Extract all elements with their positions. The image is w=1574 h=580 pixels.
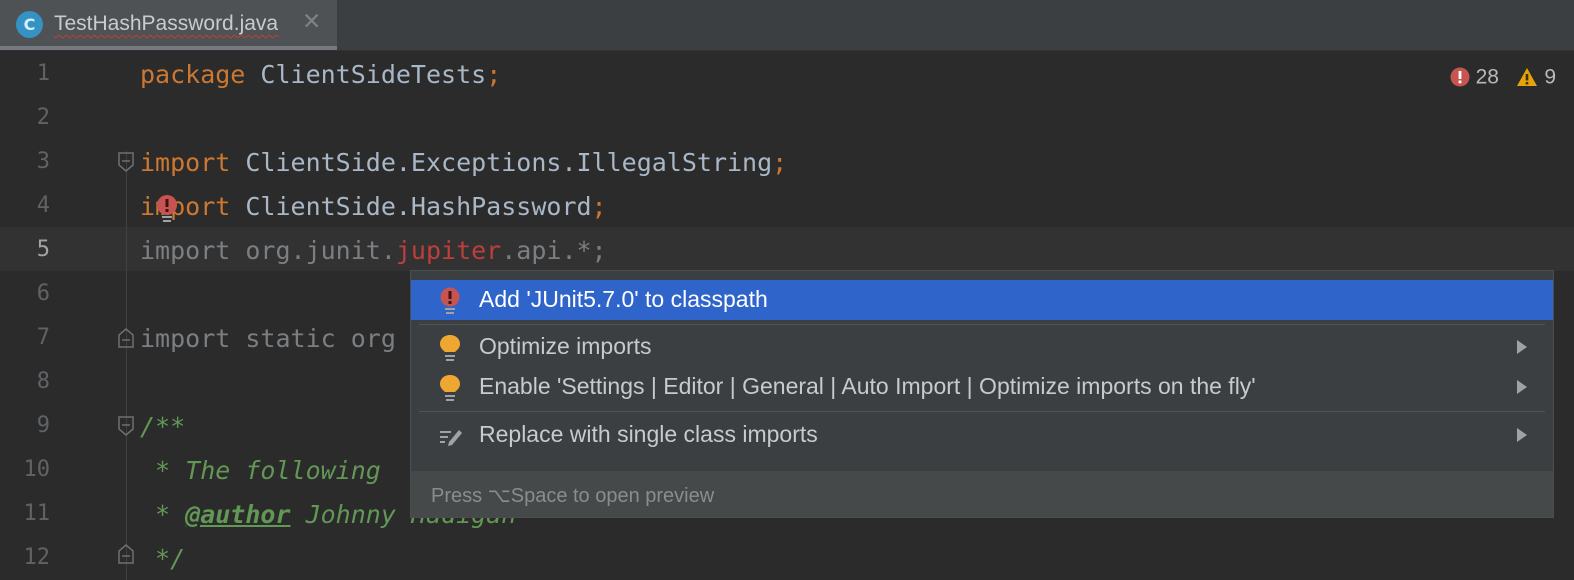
warning-icon — [1517, 68, 1538, 87]
code-line-9: /** — [140, 412, 186, 441]
separator — [419, 411, 1545, 412]
menu-item-label: Replace with single class imports — [479, 421, 818, 447]
keyword: package — [140, 60, 246, 89]
code-line-3: import ClientSide.Exceptions.IllegalStri… — [140, 148, 787, 177]
menu-item-replace-single-class-imports[interactable]: Replace with single class imports — [411, 415, 1553, 455]
edit-icon — [440, 430, 462, 446]
identifier: ClientSide.Exceptions.IllegalString — [230, 148, 773, 177]
fold-marker-icon[interactable] — [118, 544, 134, 564]
warning-count: 9 — [1544, 65, 1556, 89]
preview-hint: Press ⌥Space to open preview — [431, 485, 715, 507]
tab-title: TestHashPassword.java — [54, 12, 279, 35]
code-line-1: package ClientSideTests; — [140, 60, 501, 89]
menu-item-label: Optimize imports — [479, 333, 652, 359]
fold-marker-icon[interactable] — [118, 328, 134, 348]
submenu-arrow-icon[interactable] — [1517, 380, 1527, 394]
fold-marker-icon[interactable] — [118, 416, 134, 436]
menu-item-label: Enable 'Settings | Editor | General | Au… — [479, 373, 1256, 399]
bulb-icon — [440, 375, 460, 401]
javadoc-tag: @author — [185, 500, 291, 529]
bulb-icon — [440, 335, 460, 361]
keyword: import — [140, 148, 231, 177]
line-number: 7 — [36, 325, 50, 350]
line-number: 9 — [36, 413, 50, 438]
identifier: ClientSideTests — [245, 60, 487, 89]
semicolon: ; — [772, 148, 788, 177]
line-number: 1 — [36, 61, 50, 86]
line-number: 6 — [36, 281, 50, 306]
semicolon: ; — [486, 60, 502, 89]
inspection-widget[interactable]: 28 9 — [1450, 65, 1556, 89]
line-number: 4 — [36, 193, 50, 218]
separator — [419, 324, 1545, 325]
import-text: import org.junit. — [140, 236, 396, 265]
menu-item-optimize-imports[interactable]: Optimize imports — [411, 327, 1553, 367]
error-count: 28 — [1475, 65, 1499, 89]
keyword: import — [140, 192, 231, 221]
menu-item-label: Add 'JUnit5.7.0' to classpath — [479, 286, 768, 312]
popup-footer: Press ⌥Space to open preview — [411, 471, 1553, 517]
code-line-4: import ClientSide.HashPassword; — [140, 192, 607, 221]
line-number: 2 — [36, 105, 50, 130]
line-number: 8 — [36, 369, 50, 394]
line-number: 11 — [23, 501, 51, 526]
line-number: 5 — [36, 237, 50, 262]
error-bulb-icon — [440, 287, 460, 314]
line-number: 3 — [36, 149, 50, 174]
identifier: ClientSide.HashPassword — [230, 192, 592, 221]
import-text: .api.*; — [501, 236, 607, 265]
unresolved-symbol[interactable]: jupiter — [396, 236, 501, 265]
code-line-12: */ — [140, 544, 186, 573]
line-number: 12 — [23, 545, 51, 570]
code-line-7: import static org — [140, 324, 396, 353]
error-bulb-icon[interactable] — [155, 194, 179, 224]
code-line-5: import org.junit.jupiter.api.*; — [140, 236, 607, 265]
tab-testhashpassword[interactable]: C TestHashPassword.java ✕ — [0, 0, 337, 50]
error-icon — [1450, 67, 1470, 87]
import-text: import static org — [140, 324, 396, 353]
menu-item-enable-optimize-on-the-fly[interactable]: Enable 'Settings | Editor | General | Au… — [411, 367, 1553, 407]
code-line-10: * The following — [140, 456, 381, 485]
fold-guide — [126, 151, 127, 580]
menu-item-add-junit-to-classpath[interactable]: Add 'JUnit5.7.0' to classpath — [411, 280, 1553, 320]
intention-actions-popup: Add 'JUnit5.7.0' to classpath Optimize i… — [410, 270, 1554, 518]
fold-marker-icon[interactable] — [118, 152, 134, 172]
submenu-arrow-icon[interactable] — [1517, 428, 1527, 442]
line-number-gutter: 1 2 3 4 5 6 7 8 9 10 11 12 — [0, 51, 100, 580]
comment-text: * — [140, 500, 186, 529]
line-number: 10 — [23, 457, 51, 482]
close-icon[interactable]: ✕ — [302, 9, 321, 35]
semicolon: ; — [591, 192, 607, 221]
submenu-arrow-icon[interactable] — [1517, 340, 1527, 354]
java-class-icon: C — [16, 11, 43, 38]
editor-tab-bar: C TestHashPassword.java ✕ — [0, 0, 1574, 51]
